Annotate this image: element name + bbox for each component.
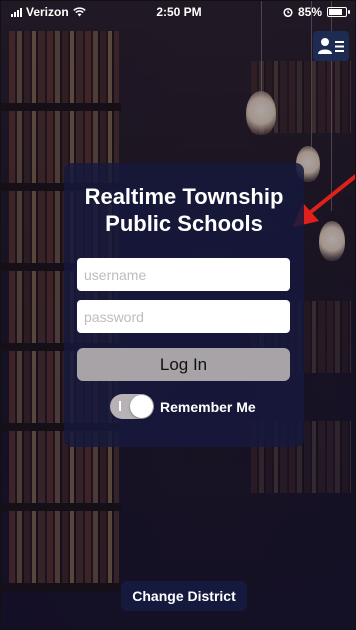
battery-percent: 85% [297,5,322,19]
remember-me-label: Remember Me [160,398,256,415]
status-bar: Verizon 2:50 PM 85% [1,1,355,23]
login-button[interactable]: Log In [77,348,290,381]
login-card: Realtime Township Public Schools Log In … [64,163,304,447]
profile-menu-button[interactable] [313,31,349,61]
district-title: Realtime Township Public Schools [84,184,284,236]
password-input[interactable] [77,300,290,333]
battery-icon [327,7,350,17]
remember-me-row: Remember Me [110,394,256,419]
person-menu-icon [318,38,344,54]
alarm-icon [283,7,293,17]
change-district-button[interactable]: Change District [121,581,247,611]
remember-me-toggle[interactable] [110,394,154,419]
username-input[interactable] [77,258,290,291]
app-screen: Verizon 2:50 PM 85% Realtime Township Pu… [0,0,356,630]
